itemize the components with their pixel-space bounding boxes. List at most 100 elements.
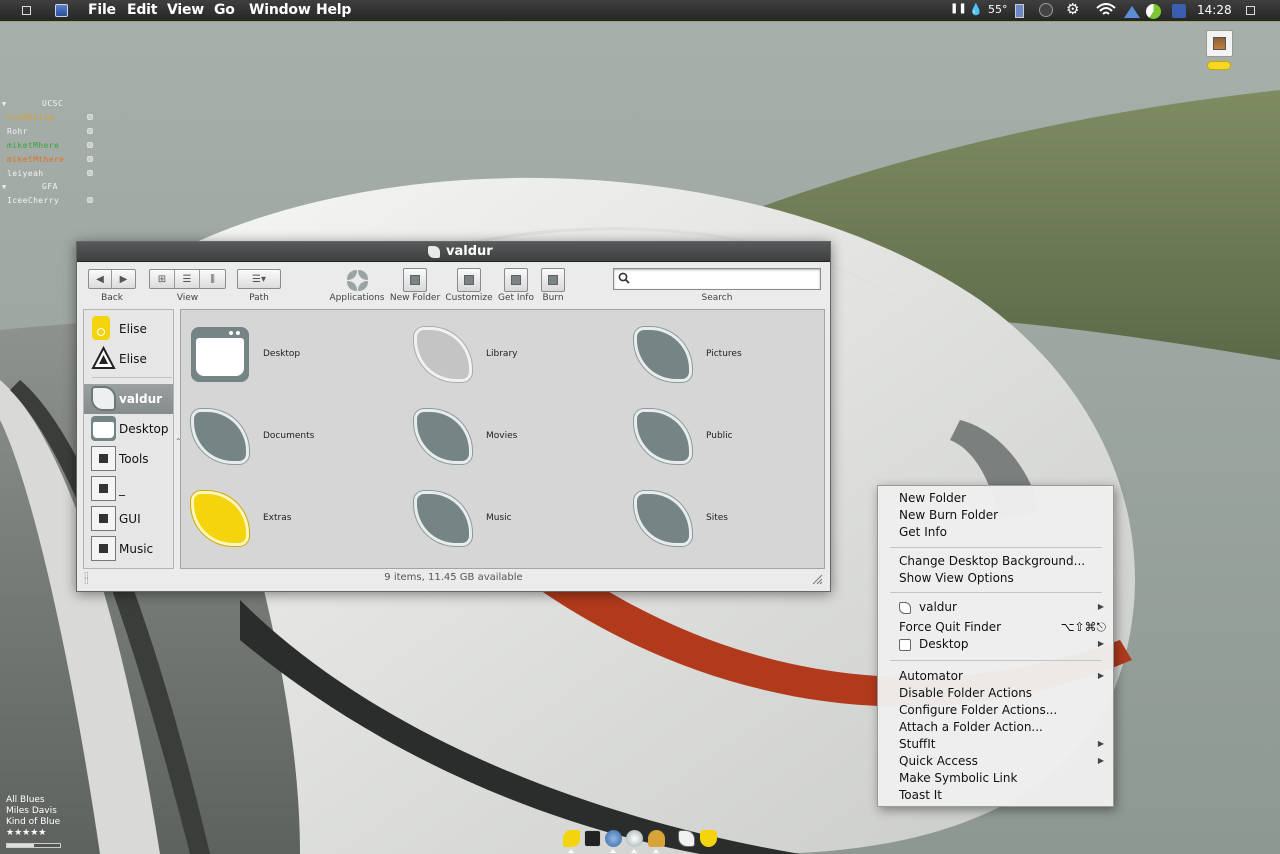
finder-content-area[interactable]: Desktop Library Pictures Documents Movie… (180, 309, 825, 569)
folder-icon (91, 446, 116, 471)
folder-icon (91, 506, 116, 531)
menu-item-show-view-options[interactable]: Show View Options (899, 570, 1109, 587)
path-menu-icon[interactable]: ☰▾ (238, 270, 280, 288)
menu-file[interactable]: File (88, 2, 116, 18)
gear-icon[interactable]: ⚙ (1066, 0, 1079, 18)
applications-icon[interactable] (345, 268, 369, 292)
menu-item-force-quit-finder[interactable]: Force Quit Finder ⌥⇧⌘⎋ (899, 619, 1109, 636)
buddy-row[interactable]: Rohr (2, 125, 102, 139)
column-view-icon[interactable]: ⫼ (200, 270, 225, 288)
sidebar-item-elise-drive[interactable]: Elise (84, 344, 173, 374)
trash-dock-icon[interactable] (700, 830, 717, 847)
finder-menu-icon[interactable] (55, 4, 68, 17)
menu-item-valdur[interactable]: valdur ▶ (899, 599, 1109, 616)
grid-item-desktop[interactable]: Desktop (191, 327, 391, 387)
menu-help[interactable]: Help (316, 2, 351, 18)
battery-icon[interactable] (1015, 4, 1024, 18)
menu-edit[interactable]: Edit (127, 2, 157, 18)
pie-status-icon[interactable] (1146, 4, 1161, 19)
ichat-status-icon[interactable] (1039, 3, 1053, 17)
grid-item-label: Movies (486, 431, 518, 441)
sidebar-item-gui[interactable]: GUI (84, 504, 173, 534)
menu-item-automator[interactable]: Automator ▶ (899, 668, 1109, 685)
desktop-widget[interactable] (1206, 30, 1233, 57)
temperature-text[interactable]: 55° (988, 3, 1008, 16)
buddy-row[interactable]: leiyeah (2, 167, 102, 181)
pause-icon[interactable]: ❚❚ (950, 3, 967, 14)
weather-icon[interactable]: 💧 (969, 3, 983, 16)
back-forward-control[interactable]: ◀ ▶ (88, 269, 136, 289)
finder-window[interactable]: valdur ◀ ▶ Back ⊞ ☰ ⫼ View ☰▾ Path Appli… (76, 241, 831, 592)
grid-item-library[interactable]: Library (414, 327, 614, 387)
sidebar-item-music[interactable]: Music (84, 534, 173, 564)
menu-item-make-symbolic-link[interactable]: Make Symbolic Link (899, 770, 1109, 787)
menu-item-toast-it[interactable]: Toast It (899, 787, 1109, 804)
track-progress-bar[interactable] (6, 843, 61, 848)
grid-item-documents[interactable]: Documents (191, 409, 391, 469)
grid-item-extras[interactable]: Extras (191, 491, 391, 551)
sidebar-item-desktop[interactable]: Desktop (84, 414, 173, 444)
buddy-row[interactable]: miketMthere (2, 153, 102, 167)
spotlight-square-icon[interactable] (1246, 6, 1255, 15)
window-titlebar[interactable]: valdur (77, 242, 830, 262)
search-input[interactable] (634, 271, 814, 287)
menu-item-new-folder[interactable]: New Folder (899, 490, 1109, 507)
adium-dock-icon[interactable] (648, 830, 665, 847)
buddy-row[interactable]: TruPhilip (2, 111, 102, 125)
customize-button[interactable] (457, 268, 481, 292)
buddy-group[interactable]: ▼ UCSC (2, 98, 102, 111)
public-folder-icon (634, 409, 692, 464)
menu-go[interactable]: Go (214, 2, 235, 18)
widget-pill-badge[interactable] (1207, 61, 1231, 70)
buddy-name: Rohr (7, 127, 28, 136)
grid-item-movies[interactable]: Movies (414, 409, 614, 469)
grid-item-sites[interactable]: Sites (634, 491, 834, 551)
search-field[interactable] (613, 268, 821, 290)
menu-item-stuffit[interactable]: StuffIt ▶ (899, 736, 1109, 753)
list-view-icon[interactable]: ☰ (175, 270, 200, 288)
sidebar-item-tools[interactable]: Tools (84, 444, 173, 474)
new-folder-button[interactable] (403, 268, 427, 292)
menu-view[interactable]: View (167, 2, 204, 18)
grid-item-music[interactable]: Music (414, 491, 614, 551)
grid-item-public[interactable]: Public (634, 409, 834, 469)
icon-view-icon[interactable]: ⊞ (150, 270, 175, 288)
signal-icon[interactable] (1124, 4, 1140, 21)
buddy-row[interactable]: miketMhere (2, 139, 102, 153)
disclosure-triangle-icon[interactable]: ▼ (2, 183, 6, 191)
grid-item-pictures[interactable]: Pictures (634, 327, 834, 387)
buddy-row[interactable]: IceeCherry (2, 194, 102, 208)
menu-item-disable-folder-actions[interactable]: Disable Folder Actions (899, 685, 1109, 702)
user-switch-icon[interactable] (1172, 4, 1186, 18)
menu-item-get-info[interactable]: Get Info (899, 524, 1109, 541)
buddy-group[interactable]: ▼ GFA (2, 181, 102, 194)
burn-button[interactable] (541, 268, 565, 292)
rating-stars[interactable]: ★★★★★ (6, 828, 76, 839)
sidebar-item-elise-ipod[interactable]: Elise (84, 314, 173, 344)
menu-item-configure-folder-actions[interactable]: Configure Folder Actions... (899, 702, 1109, 719)
menu-item-change-desktop-background[interactable]: Change Desktop Background... (899, 553, 1109, 570)
menu-clock[interactable]: 14:28 (1197, 3, 1232, 17)
menu-window[interactable]: Window (249, 2, 311, 18)
back-label: Back (101, 293, 123, 303)
sidebar-item-valdur[interactable]: valdur (84, 384, 173, 414)
sidebar-item-underscore[interactable]: _ (84, 474, 173, 504)
menu-item-quick-access[interactable]: Quick Access ▶ (899, 753, 1109, 770)
home-folder-dock-icon[interactable] (678, 830, 695, 847)
menu-item-desktop[interactable]: Desktop ▶ (899, 636, 1109, 653)
menu-item-new-burn-folder[interactable]: New Burn Folder (899, 507, 1109, 524)
back-arrow-icon[interactable]: ◀ (89, 270, 112, 288)
finder-dock-icon[interactable] (563, 830, 580, 847)
forward-arrow-icon[interactable]: ▶ (112, 270, 135, 288)
terminal-dock-icon[interactable] (584, 830, 601, 847)
path-popup[interactable]: ☰▾ (237, 269, 281, 289)
safari-dock-icon[interactable] (605, 830, 622, 847)
wifi-icon[interactable] (1096, 3, 1116, 21)
menu-item-attach-folder-action[interactable]: Attach a Folder Action... (899, 719, 1109, 736)
window-resize-grip-icon[interactable] (811, 573, 823, 585)
itunes-dock-icon[interactable] (626, 830, 643, 847)
view-control[interactable]: ⊞ ☰ ⫼ (149, 269, 226, 289)
disclosure-triangle-icon[interactable]: ▼ (2, 100, 6, 108)
menu-square-icon[interactable] (22, 6, 31, 15)
get-info-button[interactable] (504, 268, 528, 292)
